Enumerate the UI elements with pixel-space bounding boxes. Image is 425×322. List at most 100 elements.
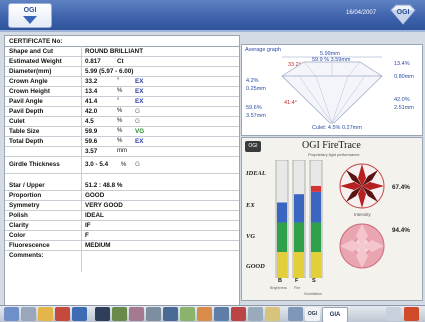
table-size-unit: %	[117, 128, 123, 134]
culet-label: Culet	[9, 118, 25, 125]
star-icon[interactable]	[265, 307, 280, 321]
folder-icon[interactable]	[38, 307, 53, 321]
globe-icon[interactable]	[180, 307, 195, 321]
network-icon[interactable]	[288, 307, 303, 321]
pavil-angle-unit: °	[117, 98, 120, 104]
bar-fill-f-2	[294, 194, 304, 223]
save-icon[interactable]	[72, 307, 87, 321]
measure-icon[interactable]	[4, 307, 19, 321]
intensity-percent: 67.4%	[392, 184, 410, 191]
average-graph-panel: Average graph 5.99mm 59.9 % 3.59mm 33.2°…	[241, 44, 423, 136]
diameter-label: Diameter(mm)	[9, 68, 52, 75]
depth-pct: 59.6%	[246, 105, 262, 111]
polish-label: Polish	[9, 212, 28, 219]
fluorescence-label: Fluorescence	[9, 242, 50, 249]
row-clarity: Clarity IF	[5, 221, 239, 231]
girdle-label: Girdle Thickness	[9, 161, 60, 168]
crown-height-grade: EX	[135, 88, 144, 95]
crown-angle-value: 33.2	[85, 78, 98, 85]
row-diameter: Diameter(mm) 5.99 (5.97 - 6.00)	[5, 67, 239, 77]
app-window: OGI 16/04/2007 OGI CERTIFICATE No: Shape…	[0, 0, 425, 322]
crown-height-mm: 0.80mm	[394, 74, 414, 80]
fluorescence-value: MEDIUM	[85, 242, 111, 249]
table-size-value: 59.9	[85, 128, 98, 135]
diamond-view-icon[interactable]	[129, 307, 144, 321]
average-graph-title: Average graph	[245, 47, 281, 53]
culet-value: 4.5	[85, 118, 94, 125]
proportion-value: GOOD	[85, 192, 105, 199]
row-polish: Polish IDEAL	[5, 211, 239, 221]
row-pavil-depth: Pavil Depth 42.0 % G	[5, 107, 239, 117]
report-icon[interactable]	[214, 307, 229, 321]
pavil-depth-label: Pavil Depth	[9, 108, 44, 115]
ogi-diamond-logo-icon[interactable]: OGI	[388, 3, 418, 26]
bar-letter-b: B	[278, 278, 282, 284]
bar-fill-b-1	[277, 222, 287, 253]
star-label: Star / Upper	[9, 182, 45, 189]
table-size-label: Table Size	[9, 128, 40, 135]
left-pct: 4.2%	[246, 78, 259, 84]
gia-button[interactable]: GIA	[322, 307, 348, 322]
firetrace-subtitle: Proprietary light performance	[308, 152, 360, 157]
pavil-depth-value: 42.0	[85, 108, 98, 115]
bar-fill-b-0	[277, 252, 287, 278]
color-label: Color	[9, 232, 26, 239]
ogi-lab-button[interactable]: OGI	[305, 307, 320, 321]
bar-fill-f-0	[294, 252, 304, 278]
diamond-icon	[23, 16, 37, 24]
hand-icon[interactable]	[21, 307, 36, 321]
shape-label: Shape and Cut	[9, 48, 54, 55]
total-depth-value: 59.6	[85, 138, 98, 145]
bar-letter-s: S	[312, 278, 316, 284]
symmetry-label: Symmetry	[9, 202, 40, 209]
row-total-depth-mm: 3.57 mm	[5, 147, 239, 157]
comments-label: Comments:	[9, 252, 44, 259]
bar-fill-b-2	[277, 202, 287, 223]
row-girdle: Girdle Thickness 3.0 - 5.4 % G	[5, 157, 239, 174]
header-bar: OGI 16/04/2007 OGI	[0, 0, 425, 32]
exit-icon[interactable]	[404, 307, 419, 321]
column-divider	[81, 46, 82, 272]
window-icon[interactable]	[386, 307, 401, 321]
open-icon[interactable]	[55, 307, 70, 321]
date-label: 16/04/2007	[346, 10, 377, 16]
girdle-unit: %	[121, 162, 127, 168]
row-symmetry: Symmetry VERY GOOD	[5, 201, 239, 211]
settings-icon[interactable]	[248, 307, 263, 321]
color-icon[interactable]	[231, 307, 246, 321]
fire-percent: 94.4%	[392, 227, 410, 234]
level-good: GOOD	[246, 263, 265, 270]
bar-fill-s-1	[311, 222, 321, 253]
firetrace-name: FireTrace	[322, 140, 361, 151]
clarity-value: IF	[85, 222, 91, 229]
crown-angle-marker: 33.2°	[288, 62, 301, 68]
symmetry-value: VERY GOOD	[85, 202, 123, 209]
print-icon[interactable]	[112, 307, 127, 321]
proportion-label: Proportion	[9, 192, 42, 199]
weight-label: Estimated Weight	[9, 58, 62, 65]
bar-fill-f-1	[294, 222, 304, 253]
left-mm: 0.25mm	[246, 86, 266, 92]
light-icon[interactable]	[163, 307, 178, 321]
row-total-depth: Total Depth 59.6 % EX	[5, 137, 239, 147]
girdle-grade: G	[135, 161, 140, 168]
pavil-depth-pct: 42.0%	[394, 97, 410, 103]
polish-value: IDEAL	[85, 212, 104, 219]
camera-icon[interactable]	[95, 307, 110, 321]
bar-fill-s-2	[311, 191, 321, 223]
total-depth-label: Total Depth	[9, 138, 44, 145]
clarity-label: Clarity	[9, 222, 29, 229]
graph-icon[interactable]	[197, 307, 212, 321]
color-value: F	[85, 232, 89, 239]
firetrace-brand: OGI	[302, 140, 320, 151]
pavil-depth-unit: %	[117, 108, 123, 114]
crown-angle-grade: EX	[135, 78, 144, 85]
row-crown-height: Crown Height 13.4 % EX	[5, 87, 239, 97]
bar-label-brightness: Brightness	[270, 286, 287, 290]
firetrace-title: OGI FireTrace	[302, 140, 361, 151]
row-pavil-angle: Pavil Angle 41.4 ° EX	[5, 97, 239, 107]
rotate-icon[interactable]	[146, 307, 161, 321]
certificate-panel: CERTIFICATE No: Shape and Cut ROUND BRIL…	[4, 35, 240, 306]
pavil-depth-grade: G	[135, 108, 140, 115]
ogi-logo[interactable]: OGI	[8, 3, 52, 28]
